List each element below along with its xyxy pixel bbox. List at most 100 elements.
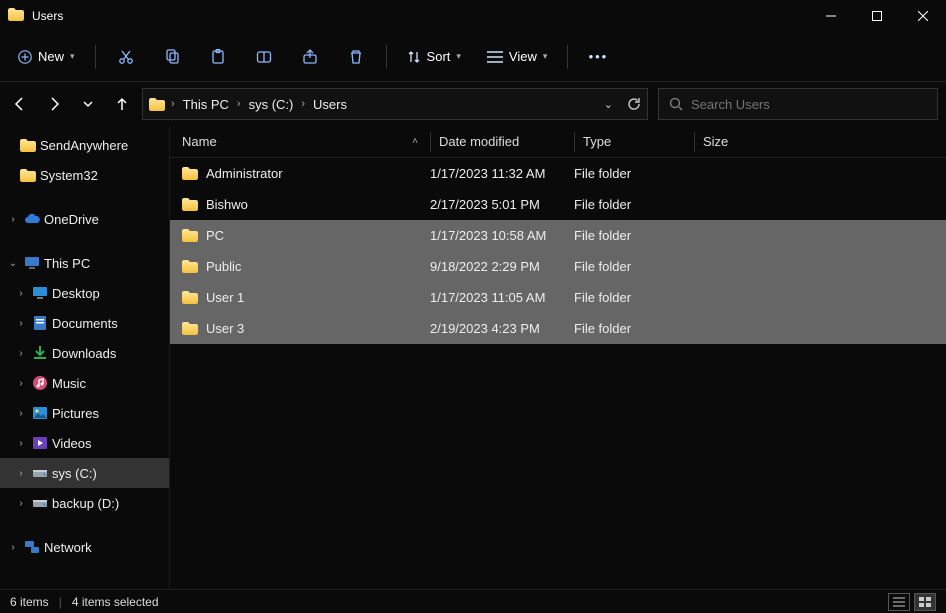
rename-button[interactable]	[244, 39, 284, 75]
sidebar-item[interactable]: › Music	[0, 368, 169, 398]
paste-icon	[210, 49, 226, 65]
chevron-right-icon: ›	[301, 98, 305, 110]
trash-icon	[348, 49, 364, 65]
sidebar-item-label: System32	[40, 168, 98, 183]
chevron-right-icon[interactable]: ›	[14, 318, 28, 329]
table-row[interactable]: User 11/17/2023 11:05 AMFile folder	[170, 282, 946, 313]
desktop-icon	[32, 285, 48, 301]
column-header-size[interactable]: Size	[694, 132, 766, 152]
refresh-button[interactable]	[627, 97, 641, 111]
chevron-right-icon[interactable]: ›	[14, 408, 28, 419]
chevron-down-icon: ▾	[543, 51, 548, 62]
copy-icon	[164, 49, 180, 65]
sidebar-item[interactable]: SendAnywhere	[0, 130, 169, 160]
sidebar-item[interactable]: ›Pictures	[0, 398, 169, 428]
item-count: 6 items	[10, 595, 49, 609]
table-row[interactable]: Public9/18/2022 2:29 PMFile folder	[170, 251, 946, 282]
table-row[interactable]: Bishwo2/17/2023 5:01 PMFile folder	[170, 189, 946, 220]
back-button[interactable]	[10, 94, 30, 114]
chevron-right-icon: ›	[171, 98, 175, 110]
up-button[interactable]	[112, 94, 132, 114]
breadcrumb-item[interactable]: This PC	[181, 95, 231, 114]
videos-icon	[32, 435, 48, 451]
column-header-name[interactable]: Name˄	[182, 134, 430, 149]
view-icon	[487, 51, 503, 63]
share-icon	[302, 49, 318, 65]
sidebar-item-label: Network	[44, 540, 92, 555]
chevron-down-icon[interactable]: ⌄	[604, 98, 613, 111]
search-input[interactable]	[691, 97, 927, 112]
chevron-down-icon: ▾	[456, 51, 461, 62]
sidebar-item[interactable]: ›Documents	[0, 308, 169, 338]
breadcrumb-item[interactable]: Users	[311, 95, 349, 114]
chevron-right-icon[interactable]: ›	[14, 378, 28, 389]
sort-button[interactable]: Sort ▾	[397, 39, 471, 75]
sidebar-item-thispc[interactable]: ⌄ This PC	[0, 248, 169, 278]
folder-icon	[182, 322, 198, 335]
folder-icon	[182, 260, 198, 273]
recent-button[interactable]	[78, 94, 98, 114]
chevron-right-icon[interactable]: ›	[14, 288, 28, 299]
chevron-right-icon[interactable]: ›	[6, 542, 20, 553]
folder-icon	[182, 291, 198, 304]
navigation-pane[interactable]: SendAnywhere System32 › OneDrive ⌄ This …	[0, 126, 170, 589]
sidebar-item-label: Music	[52, 376, 86, 391]
pc-icon	[24, 255, 40, 271]
sidebar-item-label: SendAnywhere	[40, 138, 128, 153]
table-row[interactable]: Administrator1/17/2023 11:32 AMFile fold…	[170, 158, 946, 189]
paste-button[interactable]	[198, 39, 238, 75]
sidebar-item[interactable]: ›Downloads	[0, 338, 169, 368]
sidebar-item-onedrive[interactable]: › OneDrive	[0, 204, 169, 234]
new-button[interactable]: New ▾	[8, 39, 85, 75]
column-header-type[interactable]: Type	[574, 132, 694, 152]
sidebar-item[interactable]: ›Videos	[0, 428, 169, 458]
maximize-button[interactable]	[854, 0, 900, 32]
chevron-right-icon[interactable]: ›	[14, 498, 28, 509]
file-type: File folder	[574, 259, 694, 274]
share-button[interactable]	[290, 39, 330, 75]
file-type: File folder	[574, 321, 694, 336]
file-name: Bishwo	[206, 197, 248, 212]
sort-asc-icon: ˄	[412, 136, 418, 147]
sidebar-item[interactable]: System32	[0, 160, 169, 190]
delete-button[interactable]	[336, 39, 376, 75]
view-button[interactable]: View ▾	[477, 39, 557, 75]
sidebar-item[interactable]: ›Desktop	[0, 278, 169, 308]
file-name: Administrator	[206, 166, 283, 181]
thumbnails-view-button[interactable]	[914, 593, 936, 611]
chevron-right-icon[interactable]: ›	[14, 348, 28, 359]
close-button[interactable]	[900, 0, 946, 32]
table-row[interactable]: User 32/19/2023 4:23 PMFile folder	[170, 313, 946, 344]
table-row[interactable]: PC1/17/2023 10:58 AMFile folder	[170, 220, 946, 251]
sidebar-item-network[interactable]: › Network	[0, 532, 169, 562]
file-name: PC	[206, 228, 224, 243]
file-type: File folder	[574, 228, 694, 243]
search-box[interactable]	[658, 88, 938, 120]
chevron-right-icon[interactable]: ›	[14, 468, 28, 479]
sidebar-item[interactable]: ›sys (C:)	[0, 458, 169, 488]
minimize-button[interactable]	[808, 0, 854, 32]
chevron-down-icon[interactable]: ⌄	[6, 258, 20, 269]
sidebar-item-label: backup (D:)	[52, 496, 119, 511]
file-name: User 1	[206, 290, 244, 305]
view-label: View	[509, 49, 537, 64]
chevron-right-icon[interactable]: ›	[6, 214, 20, 225]
column-header-date[interactable]: Date modified	[430, 132, 574, 152]
breadcrumb-item[interactable]: sys (C:)	[247, 95, 296, 114]
address-bar[interactable]: › This PC › sys (C:) › Users ⌄	[142, 88, 648, 120]
file-date: 1/17/2023 11:05 AM	[430, 290, 574, 305]
folder-icon	[182, 198, 198, 211]
details-view-button[interactable]	[888, 593, 910, 611]
window-title: Users	[32, 9, 808, 23]
file-rows: Administrator1/17/2023 11:32 AMFile fold…	[170, 158, 946, 589]
cut-button[interactable]	[106, 39, 146, 75]
more-button[interactable]: •••	[578, 39, 618, 75]
rename-icon	[256, 49, 272, 65]
forward-button[interactable]	[44, 94, 64, 114]
chevron-right-icon[interactable]: ›	[14, 438, 28, 449]
sidebar-item[interactable]: › backup (D:)	[0, 488, 169, 518]
copy-button[interactable]	[152, 39, 192, 75]
folder-icon	[149, 98, 165, 111]
new-label: New	[38, 49, 64, 64]
title-bar: Users	[0, 0, 946, 32]
